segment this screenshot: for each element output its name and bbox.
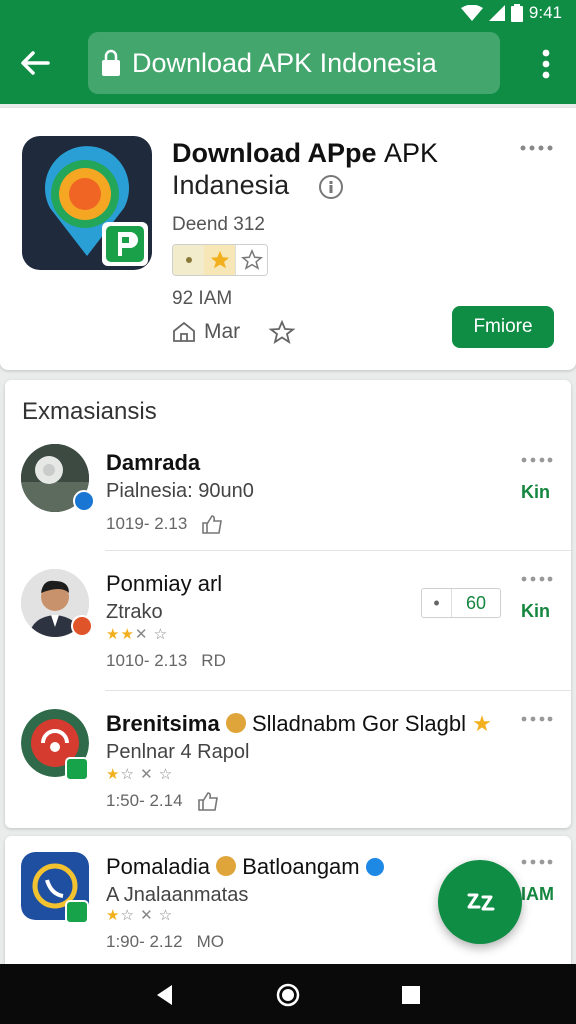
item-name-tail: Slladnabm Gor Slagbl xyxy=(251,711,466,736)
item-name: Pomaladia Batloangam xyxy=(106,854,384,880)
item-date: 1010- 2.13 xyxy=(106,651,188,670)
lock-icon xyxy=(102,49,120,76)
app-title-suffix: APK xyxy=(384,138,439,168)
star-rating: ★★✕ ☆ xyxy=(106,625,168,643)
star-filled-icon: ★ xyxy=(472,711,492,736)
star-outline-icon: ☆ ✕ ☆ xyxy=(120,907,174,924)
star-rating: ★☆ ✕ ☆ xyxy=(106,765,173,783)
app-meta-row: Mar xyxy=(172,320,296,344)
zigzag-icon xyxy=(467,893,495,911)
share-icon[interactable] xyxy=(268,320,296,344)
app-title-line2: Indanesia xyxy=(172,170,290,200)
map-pin-logo-icon xyxy=(45,146,148,266)
status-bar: 9:41 xyxy=(460,2,562,24)
install-button[interactable]: Fmiore xyxy=(452,306,554,348)
item-date-suffix: RD xyxy=(201,651,226,670)
app-badge-icon xyxy=(71,615,93,637)
battery-icon xyxy=(510,4,523,22)
thumbs-up-icon[interactable] xyxy=(197,791,219,811)
star-filled-icon: ★ xyxy=(106,766,121,783)
section-title: Exmasiansis xyxy=(22,398,157,425)
item-date: 1:50- 2.14 xyxy=(106,791,183,810)
app-badge-icon xyxy=(65,900,89,924)
app-title: Download APpe APK xyxy=(172,138,438,169)
system-nav-bar xyxy=(0,964,576,1024)
item-date-suffix: MO xyxy=(196,932,224,951)
emoji-face-icon xyxy=(225,713,246,733)
more-dots-icon[interactable] xyxy=(521,575,553,583)
developer-name[interactable]: Deend 312 xyxy=(172,214,265,236)
app-bar: 9:41 Download APK Indonesia xyxy=(0,0,576,104)
item-action-link[interactable]: Kin xyxy=(521,482,550,503)
list-item[interactable]: Brenitsima Slladnabm Gor Slagbl ★ Penlna… xyxy=(5,691,571,831)
meta-label: Mar xyxy=(204,320,241,343)
clock: 9:41 xyxy=(528,3,562,22)
back-arrow-icon[interactable] xyxy=(18,46,52,80)
app-icon xyxy=(22,136,152,270)
item-name-main: Pomaladia xyxy=(106,854,210,879)
nav-home-icon[interactable] xyxy=(275,982,301,1008)
item-date-row: 1:50- 2.14 xyxy=(106,791,219,811)
nav-recents-icon[interactable] xyxy=(398,982,424,1008)
rating-dot: • xyxy=(422,589,452,617)
item-date-row: 1010- 2.13 RD xyxy=(106,651,226,671)
star-outline-icon xyxy=(235,245,267,275)
more-dots-icon[interactable] xyxy=(520,144,554,152)
item-subtitle: A Jnalaanmatas xyxy=(106,884,249,906)
item-name: Brenitsima Slladnabm Gor Slagbl ★ xyxy=(106,711,492,737)
item-action-link[interactable]: IAM xyxy=(521,884,554,905)
nav-back-icon[interactable] xyxy=(152,982,178,1008)
search-bar[interactable]: Download APK Indonesia xyxy=(88,32,500,94)
overflow-menu-icon[interactable] xyxy=(538,48,554,80)
search-text: Download APK Indonesia xyxy=(132,47,437,78)
verified-badge-icon xyxy=(73,490,95,512)
verified-badge-icon xyxy=(365,858,384,876)
item-subtitle: Pialnesia: 90un0 xyxy=(106,480,254,502)
more-dots-icon[interactable] xyxy=(521,456,553,464)
signal-icon xyxy=(488,5,505,21)
star-rating: ★☆ ✕ ☆ xyxy=(106,906,173,924)
item-name-tail: Batloangam xyxy=(242,854,360,879)
more-dots-icon[interactable] xyxy=(521,858,553,866)
thumbs-up-icon[interactable] xyxy=(201,514,223,534)
more-dots-icon[interactable] xyxy=(521,715,553,723)
app-size: 92 IAM xyxy=(172,288,233,309)
item-name: Damrada xyxy=(106,450,201,475)
rating-value: 60 xyxy=(465,592,487,613)
wifi-icon xyxy=(460,5,483,21)
info-icon[interactable] xyxy=(318,174,344,200)
emoji-face-icon xyxy=(216,856,237,876)
star-outline-icon: ☆ ✕ ☆ xyxy=(120,766,174,783)
item-name: Ponmiay arl xyxy=(106,571,223,596)
item-date: 1:90- 2.12 xyxy=(106,932,183,951)
item-subtitle: Ztrako xyxy=(106,601,163,623)
mini-rating-widget[interactable]: • 60 xyxy=(421,588,501,618)
results-list-card: Exmasiansis Damrada Pialnesia: 90un0 101… xyxy=(5,380,571,828)
item-date-row: 1019- 2.13 xyxy=(106,514,223,534)
star-filled-icon xyxy=(204,245,235,275)
item-name-main: Brenitsima xyxy=(106,711,220,736)
list-item[interactable]: Ponmiay arl Ztrako ★★✕ ☆ 1010- 2.13 RD •… xyxy=(5,551,571,691)
star-filled-icon: ★★ xyxy=(106,626,135,643)
app-title-main: Download APpe xyxy=(172,138,377,168)
item-action-link[interactable]: Kin xyxy=(521,601,550,622)
rating-dot xyxy=(173,245,204,275)
rating-widget[interactable] xyxy=(172,244,268,276)
item-subtitle: Penlnar 4 Rapol xyxy=(106,741,250,763)
app-header-card: Download APpe APK Indanesia Deend 312 92… xyxy=(0,108,576,370)
app-badge-icon xyxy=(65,757,89,781)
home-icon[interactable] xyxy=(172,321,196,343)
item-date: 1019- 2.13 xyxy=(106,514,188,533)
star-filled-icon: ★ xyxy=(106,907,121,924)
floating-action-button[interactable] xyxy=(438,860,522,944)
star-outline-icon: ✕ ☆ xyxy=(134,626,169,643)
list-item[interactable]: Damrada Pialnesia: 90un0 1019- 2.13 Kin xyxy=(5,430,571,570)
item-date-row: 1:90- 2.12 MO xyxy=(106,932,224,952)
